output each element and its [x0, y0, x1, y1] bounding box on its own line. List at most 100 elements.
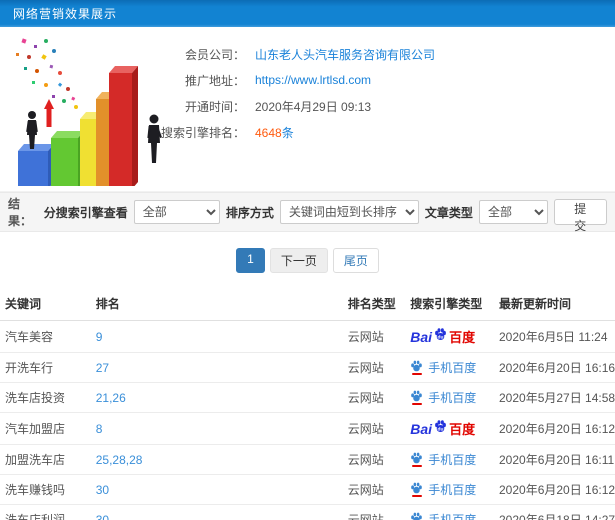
updated-cell: 2020年6月20日 16:16	[494, 352, 615, 383]
article-type-label: 文章类型	[424, 205, 473, 220]
businessman-left	[26, 111, 38, 149]
table-row: 洗车赚钱吗 30 云网站 手机百度 2020年6月20日 16:12	[0, 474, 615, 505]
baidu-logo: Bai du 百度	[410, 419, 475, 438]
mobile-baidu-paw-icon	[410, 360, 423, 375]
engine-rank-value: 4648条	[255, 124, 294, 141]
rank-count: 4648	[255, 125, 282, 140]
rank-cell: 8	[90, 412, 343, 445]
baidu-logo-cn-text: 百度	[449, 422, 476, 437]
keyword-cell: 汽车加盟店	[0, 412, 91, 445]
rank-type-cell: 云网站	[342, 474, 406, 505]
open-time-row: 开通时间： 2020年4月29日 09:13	[140, 93, 435, 119]
sort-filter-label: 排序方式	[225, 205, 274, 220]
rank-type-cell: 云网站	[342, 444, 406, 475]
mobile-baidu-label: 手机百度	[428, 361, 477, 375]
mobile-baidu-redbar	[411, 373, 422, 375]
updated-cell: 2020年6月20日 16:11	[494, 444, 615, 475]
mobile-baidu-paw-icon	[410, 390, 423, 405]
sort-filter-select[interactable]: 关键词由短到长排序	[279, 200, 419, 224]
rank-value[interactable]: 30	[96, 483, 109, 497]
mobile-baidu-label: 手机百度	[428, 483, 477, 497]
rank-cell: 27	[90, 352, 343, 383]
app-header: 网络营销效果展示	[0, 0, 615, 27]
rank-cell: 21,26	[90, 382, 343, 413]
rank-value[interactable]: 8	[96, 422, 103, 436]
mobile-baidu-paw-icon	[410, 452, 423, 467]
table-row: 汽车美容 9 云网站 Bai du 百度 2020年6月5日 11:24	[0, 320, 615, 353]
engine-cell: 手机百度	[405, 382, 494, 413]
table-row: 洗车店利润 30 云网站 手机百度 2020年6月18日 14:27	[0, 504, 615, 520]
promotion-url-row: 推广地址： https://www.lrtlsd.com	[140, 67, 435, 93]
up-arrow-icon	[44, 99, 54, 127]
page-1-button[interactable]: 1	[236, 248, 265, 273]
svg-text:du: du	[438, 427, 444, 433]
mobile-baidu-label: 手机百度	[428, 391, 477, 405]
engine-cell: Bai du 百度	[405, 412, 494, 445]
engine-rank-row: 搜索引擎排名： 4648条	[140, 119, 435, 145]
pagination: 1 下一页 尾页	[0, 232, 615, 287]
engine-cell: 手机百度	[405, 504, 494, 520]
baidu-paw-icon: du	[435, 328, 446, 341]
submit-button[interactable]: 提交	[553, 199, 607, 233]
article-type-select[interactable]: 全部	[478, 200, 548, 224]
mobile-baidu-label: 手机百度	[428, 453, 477, 467]
mobile-baidu-redbar	[411, 465, 422, 467]
promotion-url-label: 推广地址：	[184, 73, 245, 88]
confetti-dots	[16, 38, 78, 109]
engine-filter-select[interactable]: 全部	[133, 200, 220, 224]
result-label: 结果：	[8, 197, 33, 228]
svg-text:du: du	[438, 335, 444, 341]
account-info-section: 会员公司： 山东老人头汽车服务咨询有限公司 推广地址： https://www.…	[0, 27, 615, 192]
engine-rank-label: 搜索引擎排名：	[160, 125, 245, 140]
baidu-logo-bai-text: Bai	[410, 328, 433, 345]
updated-cell: 2020年6月18日 14:27	[494, 504, 615, 520]
rank-type-cell: 云网站	[342, 382, 406, 413]
rank-type-cell: 云网站	[342, 320, 406, 353]
keyword-cell: 洗车赚钱吗	[0, 474, 91, 505]
rank-value[interactable]: 27	[96, 361, 109, 375]
keyword-cell: 加盟洗车店	[0, 444, 91, 475]
filter-bar: 结果： 分搜索引擎查看 全部 排序方式 关键词由短到长排序 文章类型 全部 提交	[0, 192, 615, 233]
engine-filter-label: 分搜索引擎查看	[43, 205, 128, 220]
table-row: 洗车店投资 21,26 云网站 手机百度 2020年5月27日 14:58	[0, 382, 615, 413]
rank-value[interactable]: 30	[96, 513, 109, 520]
open-time-label: 开通时间：	[184, 99, 245, 114]
page-title: 网络营销效果展示	[13, 7, 118, 21]
company-link[interactable]: 山东老人头汽车服务咨询有限公司	[255, 46, 435, 63]
table-header-row: 关键词 排名 排名类型 搜索引擎类型 最新更新时间	[0, 287, 615, 321]
updated-cell: 2020年5月27日 14:58	[494, 382, 615, 413]
header-engine-type: 搜索引擎类型	[405, 287, 494, 321]
rank-cell: 9	[90, 320, 343, 353]
rank-value[interactable]: 25,28,28	[96, 453, 143, 467]
next-page-button[interactable]: 下一页	[269, 248, 328, 273]
header-rank: 排名	[90, 287, 343, 321]
rank-cell: 30	[90, 474, 343, 505]
header-updated: 最新更新时间	[494, 287, 615, 321]
mobile-baidu-redbar	[411, 403, 422, 405]
mobile-baidu-label: 手机百度	[428, 513, 477, 520]
header-rank-type: 排名类型	[342, 287, 406, 321]
filter-controls: 分搜索引擎查看 全部 排序方式 关键词由短到长排序 文章类型 全部 提交	[43, 199, 607, 233]
rank-type-cell: 云网站	[342, 352, 406, 383]
engine-cell: Bai du 百度	[405, 320, 494, 353]
engine-cell: 手机百度	[405, 444, 494, 475]
promotion-url-link[interactable]: https://www.lrtlsd.com	[255, 73, 371, 87]
account-info-list: 会员公司： 山东老人头汽车服务咨询有限公司 推广地址： https://www.…	[140, 41, 435, 145]
last-page-button[interactable]: 尾页	[332, 248, 379, 273]
mobile-baidu-logo: 手机百度	[410, 481, 476, 498]
rank-cell: 30	[90, 504, 343, 520]
rank-value[interactable]: 21,26	[96, 391, 126, 405]
header-keyword: 关键词	[0, 287, 91, 321]
company-label: 会员公司：	[184, 47, 245, 62]
mobile-baidu-paw-icon	[410, 482, 423, 497]
keyword-cell: 洗车店投资	[0, 382, 91, 413]
rank-value[interactable]: 9	[96, 330, 103, 344]
updated-cell: 2020年6月5日 11:24	[494, 320, 615, 353]
mobile-baidu-logo: 手机百度	[410, 359, 476, 376]
keyword-cell: 开洗车行	[0, 352, 91, 383]
baidu-logo-cn-text: 百度	[449, 330, 476, 345]
engine-cell: 手机百度	[405, 474, 494, 505]
rank-type-cell: 云网站	[342, 412, 406, 445]
table-row: 开洗车行 27 云网站 手机百度 2020年6月20日 16:16	[0, 352, 615, 383]
rank-type-cell: 云网站	[342, 504, 406, 520]
